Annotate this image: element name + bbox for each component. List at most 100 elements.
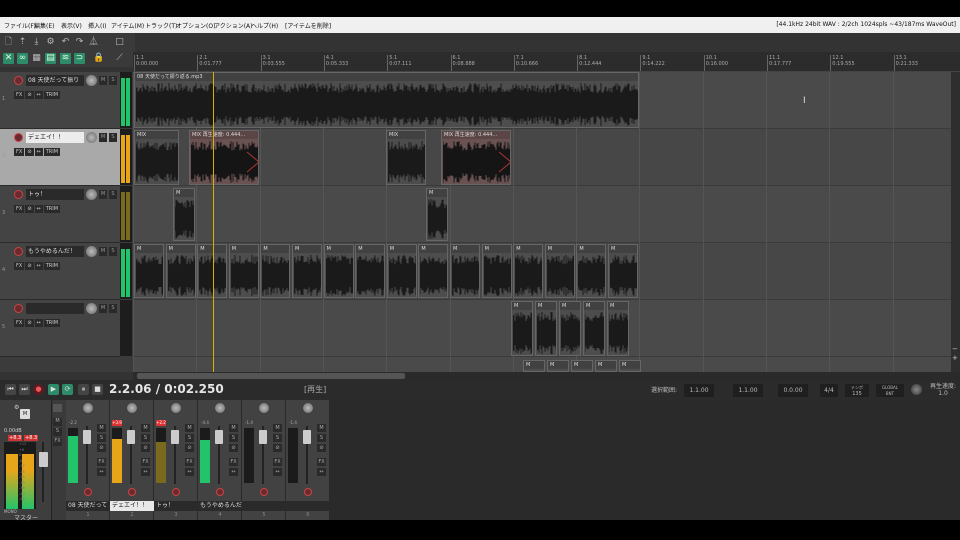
selection-start[interactable]: 1.1.00 — [684, 384, 714, 397]
vertical-scrollbar[interactable]: − + — [951, 72, 960, 372]
track-volume-knob[interactable] — [86, 303, 97, 314]
arrange-view[interactable]: 08 天使だって振り返る.mp3 MIX MIX 再生速度: 0.444... MIX… — [133, 72, 951, 372]
open-project-icon[interactable]: ⇡ — [17, 37, 28, 48]
channel-record-arm[interactable] — [216, 488, 224, 496]
mute-button[interactable]: M — [99, 133, 107, 142]
channel-solo-button[interactable]: S — [141, 434, 150, 442]
trim-button[interactable]: TRIM — [43, 319, 61, 327]
channel-io-icon[interactable]: ↔ — [273, 468, 282, 476]
toolbar-extra-icon[interactable]: ⟋ — [114, 53, 125, 64]
play-button[interactable]: ▶ — [48, 384, 59, 395]
phase-icon[interactable]: ⊘ — [25, 91, 34, 99]
channel-fader[interactable] — [215, 430, 223, 444]
pan-knob[interactable] — [83, 403, 93, 413]
menu-actions[interactable]: アクション(A) — [214, 21, 253, 30]
channel-record-arm[interactable] — [304, 488, 312, 496]
grid-toggle-icon[interactable]: ✕ — [3, 53, 14, 64]
media-item[interactable]: M — [481, 244, 512, 298]
trim-button[interactable]: TRIM — [43, 205, 61, 213]
lock-icon[interactable]: 🔒 — [93, 53, 104, 64]
track-name[interactable]: トゥ！ — [26, 189, 84, 200]
media-item[interactable]: M — [386, 244, 417, 298]
channel-fader[interactable] — [303, 430, 311, 444]
fx-button[interactable]: FX — [14, 262, 25, 270]
media-item[interactable]: M — [571, 360, 593, 372]
media-item[interactable]: M — [228, 244, 259, 298]
edit-cursor[interactable] — [213, 72, 214, 372]
track-name[interactable]: もうやめるんだ！ — [26, 246, 84, 257]
channel-record-arm[interactable] — [84, 488, 92, 496]
media-item[interactable]: M — [547, 360, 569, 372]
media-item[interactable]: 08 天使だって振り返る.mp3 — [134, 72, 639, 128]
pan-knob[interactable] — [171, 403, 181, 413]
media-item[interactable]: M — [323, 244, 354, 298]
media-item[interactable]: M — [418, 244, 449, 298]
pan-knob[interactable] — [215, 403, 225, 413]
media-item[interactable]: M — [355, 244, 386, 298]
auto-crossfade-icon[interactable]: ⊃ — [74, 53, 85, 64]
master-fader[interactable] — [39, 452, 48, 467]
solo-button[interactable]: S — [109, 190, 117, 199]
media-item[interactable]: MIX — [134, 130, 179, 185]
channel-io-icon[interactable]: ↔ — [141, 468, 150, 476]
track-volume-knob[interactable] — [86, 189, 97, 200]
fx-button[interactable]: FX — [14, 148, 25, 156]
trim-button[interactable]: TRIM — [43, 91, 61, 99]
menu-view[interactable]: 表示(V) — [61, 21, 82, 30]
channel-fx-button[interactable]: FX — [141, 458, 150, 466]
channel-io-icon[interactable]: ↔ — [317, 468, 326, 476]
media-item[interactable]: M — [165, 244, 196, 298]
channel-fader[interactable] — [171, 430, 179, 444]
track-volume-knob[interactable] — [86, 75, 97, 86]
toolbar-blank-icon[interactable]: □ — [114, 37, 125, 48]
solo-button[interactable]: S — [109, 247, 117, 256]
media-item[interactable]: M — [450, 244, 480, 298]
snap-icon[interactable]: ▦ — [31, 53, 42, 64]
mute-button[interactable]: M — [99, 247, 107, 256]
playrate-box[interactable]: 再生速度: 1.0 — [928, 381, 958, 397]
media-item[interactable]: M — [544, 244, 575, 298]
channel-fx-button[interactable]: FX — [273, 458, 282, 466]
menu-edit[interactable]: 編集(E) — [34, 21, 54, 30]
record-arm-button[interactable] — [14, 247, 23, 256]
solo-button[interactable]: S — [109, 133, 117, 142]
redo-icon[interactable]: ↷ — [74, 37, 85, 48]
channel-name[interactable]: デェエイ！！ — [110, 501, 154, 511]
master-mix-icon[interactable]: M — [20, 409, 30, 419]
record-arm-button[interactable] — [14, 133, 23, 142]
channel-fader[interactable] — [259, 430, 267, 444]
mute-button[interactable]: M — [99, 304, 107, 313]
envelope-follow-icon[interactable]: ≋ — [60, 53, 71, 64]
channel-name[interactable]: もうやめるんだ — [198, 501, 242, 511]
media-item[interactable]: M — [583, 301, 605, 356]
go-to-end-icon[interactable]: ⏭ — [19, 384, 30, 395]
master-s-button[interactable]: S — [53, 428, 62, 436]
media-item[interactable]: M — [426, 188, 448, 241]
channel-name[interactable] — [286, 501, 330, 511]
channel-solo-button[interactable]: S — [97, 434, 106, 442]
channel-mute-button[interactable]: M — [317, 424, 326, 432]
channel-fx-button[interactable]: FX — [185, 458, 194, 466]
media-item[interactable]: MIX — [386, 130, 426, 185]
item-grouping-icon[interactable]: ▤ — [45, 53, 56, 64]
channel-phase-icon[interactable]: ⊘ — [97, 444, 106, 452]
channel-record-arm[interactable] — [260, 488, 268, 496]
horizontal-scrollbar[interactable] — [133, 372, 960, 380]
channel-phase-icon[interactable]: ⊘ — [273, 444, 282, 452]
undo-icon[interactable]: ↶ — [60, 37, 71, 48]
media-item[interactable]: MIX 再生速度: 0.444... — [189, 130, 259, 185]
channel-fx-button[interactable]: FX — [317, 458, 326, 466]
global-automation-box[interactable]: GLOBAL BNT — [876, 384, 904, 397]
media-item[interactable]: M — [608, 244, 638, 298]
channel-mute-button[interactable]: M — [229, 424, 238, 432]
menu-insert[interactable]: 挿入(I) — [88, 21, 106, 30]
channel-fader[interactable] — [127, 430, 135, 444]
media-item[interactable]: MIX 再生速度: 0.444... — [441, 130, 511, 185]
project-settings-icon[interactable]: ⚙ — [45, 37, 56, 48]
media-item[interactable]: M — [535, 301, 557, 356]
channel-mute-button[interactable]: M — [185, 424, 194, 432]
solo-button[interactable]: S — [109, 76, 117, 85]
mute-button[interactable]: M — [99, 190, 107, 199]
menu-options[interactable]: オプション(O) — [176, 21, 215, 30]
phase-icon[interactable]: ⊘ — [25, 262, 34, 270]
